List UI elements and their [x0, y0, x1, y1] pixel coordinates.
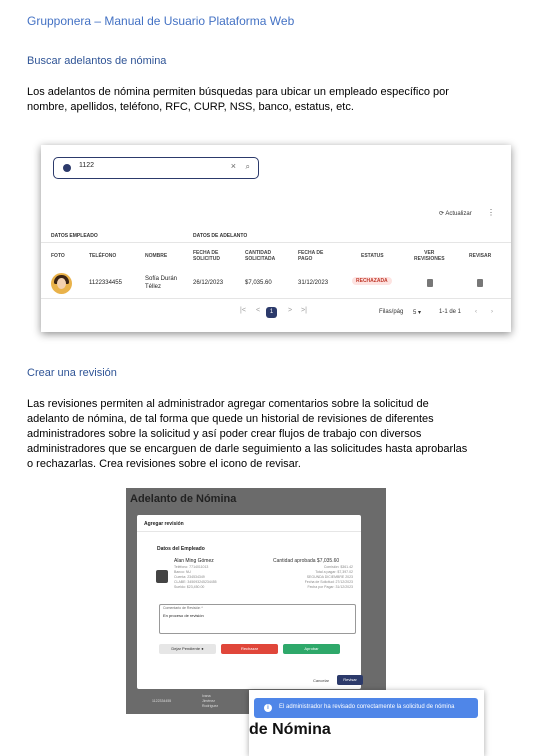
page-title: Adelanto de Nómina [130, 493, 237, 505]
section-paragraph-search: Los adelantos de nómina permiten búsqued… [27, 86, 449, 113]
close-icon[interactable]: × [231, 161, 236, 171]
prev-range-button[interactable]: ‹ [475, 309, 477, 315]
success-toast: i El administrador ha revisado correctam… [254, 698, 478, 718]
background-row-phone: 1122334455 [152, 699, 172, 703]
review-comment-field[interactable]: Comentario de Revisión * En proceso de r… [159, 604, 356, 634]
rows-per-page-select[interactable]: 5 ▾ [413, 309, 421, 316]
next-range-button[interactable]: › [491, 309, 493, 315]
col-estatus: ESTATUS [361, 253, 384, 259]
background-row-name: Ivana Jiménez Rodríguez [202, 694, 219, 708]
modal-title: Agregar revisión [144, 521, 184, 527]
more-options-icon[interactable]: ⋮ [487, 208, 495, 217]
info-icon: i [264, 704, 272, 712]
employee-section-title: Datos del Empleado [157, 546, 205, 552]
cell-fecha-pago: 31/12/2023 [298, 280, 329, 286]
refresh-button[interactable]: ⟳ Actualizar [439, 210, 472, 217]
section-paragraph-review: Las revisiones permiten al administrador… [27, 398, 468, 470]
question-icon [63, 164, 71, 172]
reject-button[interactable]: Rechazar [221, 644, 278, 654]
search-value: 1122 [79, 162, 95, 169]
cell-fecha-solicitud: 26/12/2023 [193, 280, 224, 286]
page-title-fragment: de Nómina [249, 721, 331, 738]
rows-per-page-label: Filas/pág [379, 309, 404, 315]
cell-nombre: Sofía Durán Téllez [145, 276, 178, 290]
range-label: 1-1 de 1 [439, 309, 462, 315]
current-page-button[interactable]: 1 [266, 307, 277, 318]
search-icon[interactable]: ⌕ [246, 162, 250, 172]
cell-cantidad: $7,035.60 [245, 280, 272, 286]
avatar [51, 273, 72, 294]
comment-label: Comentario de Revisión * [163, 606, 203, 610]
col-telefono: TELÉFONO [89, 253, 117, 259]
add-review-modal: Agregar revisión Datos del Empleado Alan… [137, 515, 363, 689]
leave-pending-button[interactable]: Dejar Pendiente ● [159, 644, 216, 654]
approve-button[interactable]: Aprobar [283, 644, 340, 654]
group-employee-label: DATOS EMPLEADO [51, 233, 98, 239]
comment-value: En proceso de revisión [163, 613, 204, 618]
document-icon[interactable] [427, 279, 433, 287]
divider [137, 531, 361, 532]
divider [41, 242, 511, 243]
employee-details: Teléfono: 7714011013 Banco: NU Cuenta: 2… [174, 565, 217, 589]
col-foto: FOTO [51, 253, 65, 259]
col-nombre: NOMBRE [145, 253, 168, 259]
review-screenshot: Adelanto de Nómina Agregar revisión Dato… [126, 488, 386, 714]
employee-name: Alan Ming Gómez [174, 558, 214, 564]
prev-page-button[interactable]: < [256, 307, 260, 314]
section-heading-search: Buscar adelantos de nómina [27, 55, 167, 67]
search-screenshot: 1122 × ⌕ ⟳ Actualizar ⋮ DATOS EMPLEADO D… [41, 145, 511, 332]
last-page-button[interactable]: >| [301, 307, 307, 314]
document-icon[interactable] [477, 279, 483, 287]
divider [41, 298, 511, 299]
section-heading-review: Crear una revisión [27, 367, 117, 379]
col-cantidad: CANTIDAD SOLICITADA [245, 250, 276, 262]
cell-telefono: 1122334455 [89, 280, 122, 286]
submit-review-button[interactable]: Revisar [337, 675, 363, 685]
employee-photo [156, 570, 168, 583]
col-fecha-solicitud: FECHA DE SOLICITUD [193, 250, 220, 262]
col-fecha-pago: FECHA DE PAGO [298, 250, 324, 262]
approved-details: Comisión: $361.42 Total a pagar: $7,397.… [304, 565, 353, 589]
col-ver-revisiones: VER REVISIONES [414, 250, 445, 262]
approved-amount: Cantidad aprobada $7,035.60 [273, 558, 340, 564]
status-badge: RECHAZADA [352, 277, 392, 285]
first-page-button[interactable]: |< [240, 307, 246, 314]
next-page-button[interactable]: > [288, 307, 292, 314]
cancel-button[interactable]: Cancelar [313, 678, 329, 683]
document-header: Grupponera – Manual de Usuario Plataform… [27, 14, 295, 28]
toast-screenshot: i El administrador ha revisado correctam… [249, 690, 484, 756]
search-input[interactable]: 1122 × ⌕ [53, 157, 259, 179]
toast-message: El administrador ha revisado correctamen… [279, 704, 455, 710]
group-advance-label: DATOS DE ADELANTO [193, 233, 248, 239]
col-revisar: REVISAR [469, 253, 492, 259]
